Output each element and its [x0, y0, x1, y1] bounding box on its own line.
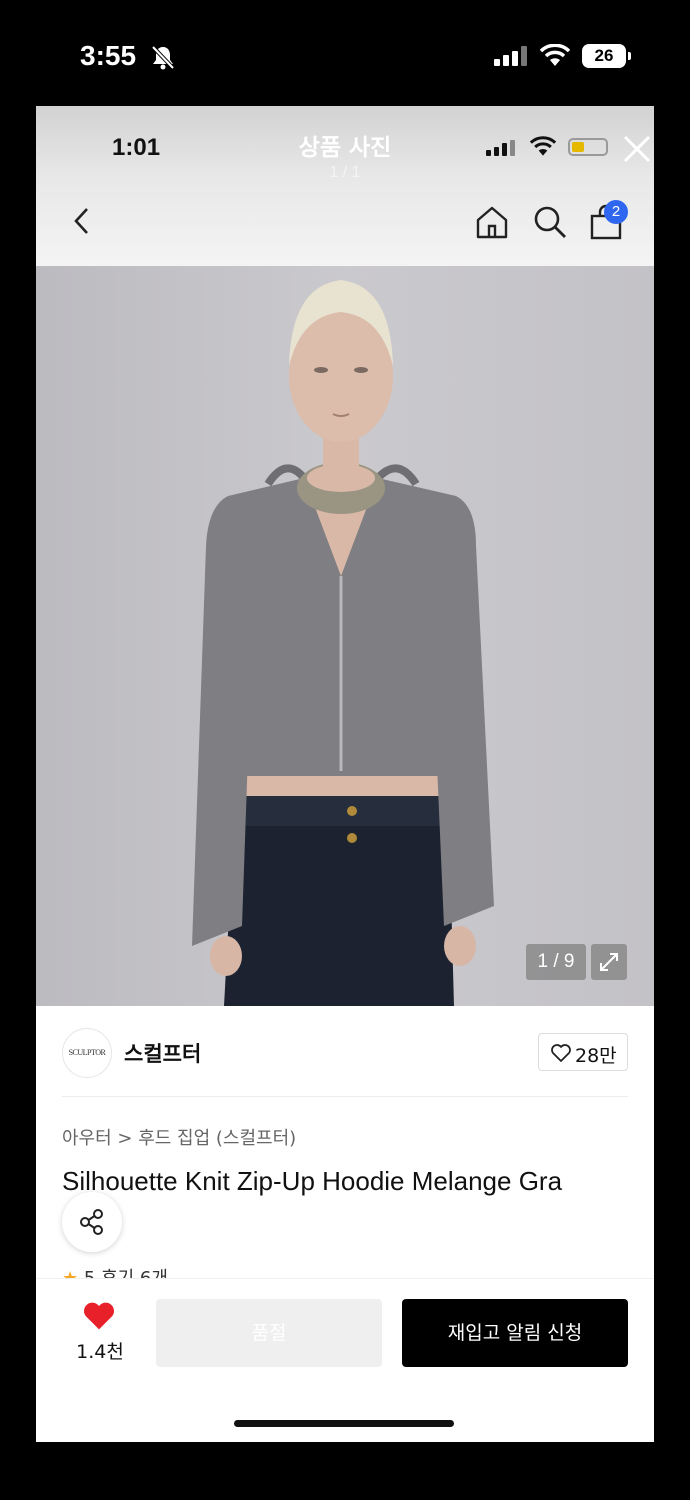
expand-icon: [600, 953, 618, 971]
inner-signal-icon: [486, 140, 515, 156]
wish-count: 1.4천: [76, 1341, 124, 1363]
inner-battery-icon: [568, 138, 608, 156]
brand-like-button[interactable]: 28만: [538, 1033, 628, 1071]
star-icon: ★: [62, 1268, 78, 1278]
wifi-icon: [540, 44, 570, 66]
share-icon: [80, 1209, 103, 1235]
review-count: 후기 6개: [101, 1268, 168, 1278]
cellular-signal-icon: [494, 46, 527, 66]
soldout-button[interactable]: 품절: [156, 1299, 382, 1367]
photo-viewer-title: 상품 사진: [298, 135, 392, 161]
brand-logo[interactable]: SCULPTOR: [62, 1028, 112, 1078]
search-icon[interactable]: [532, 204, 568, 240]
back-arrow-icon[interactable]: [70, 206, 94, 236]
inner-header: 1:01 상품 사진 1 / 1 2: [36, 106, 654, 266]
category-breadcrumb[interactable]: 아우터 > 후드 집업 (스컬프터): [62, 1124, 296, 1150]
restock-alert-button[interactable]: 재입고 알림 신청: [402, 1299, 628, 1367]
cart-count-badge: 2: [604, 200, 628, 224]
brand-like-count: 28만: [575, 1045, 617, 1067]
image-counter: 1 / 9: [526, 944, 586, 980]
product-title: Silhouette Knit Zip-Up Hoodie Melange Gr…: [62, 1166, 563, 1196]
rating-summary[interactable]: ★ 5 후기 6개: [62, 1264, 168, 1278]
product-photo[interactable]: 1 / 9: [36, 266, 654, 1006]
share-button[interactable]: [62, 1192, 122, 1252]
home-indicator: [234, 1420, 454, 1427]
brand-name[interactable]: 스컬프터: [124, 1038, 201, 1068]
bell-off-icon: [151, 45, 175, 70]
rating-score: 5: [84, 1268, 95, 1278]
inner-wifi-icon: [530, 136, 556, 156]
photo-viewer-count: 1 / 1: [329, 164, 361, 181]
status-time: 3:55: [80, 40, 137, 71]
home-icon[interactable]: [474, 204, 510, 240]
heart-filled-icon[interactable]: [82, 1301, 116, 1331]
outer-status-bar: 3:55 26: [0, 0, 690, 106]
divider: [62, 1096, 628, 1097]
expand-button[interactable]: [591, 944, 627, 980]
purchase-bar: 1.4천 품절 재입고 알림 신청: [36, 1278, 654, 1442]
heart-outline-icon: [551, 1044, 571, 1062]
screenshot-frame: 1:01 상품 사진 1 / 1 2 1 / 9 SCULPTOR 스컬프터 2…: [36, 106, 654, 1442]
battery-indicator: 26: [582, 44, 631, 68]
close-icon[interactable]: [622, 134, 652, 164]
model-wearing-hoodie-image: [192, 280, 494, 1006]
